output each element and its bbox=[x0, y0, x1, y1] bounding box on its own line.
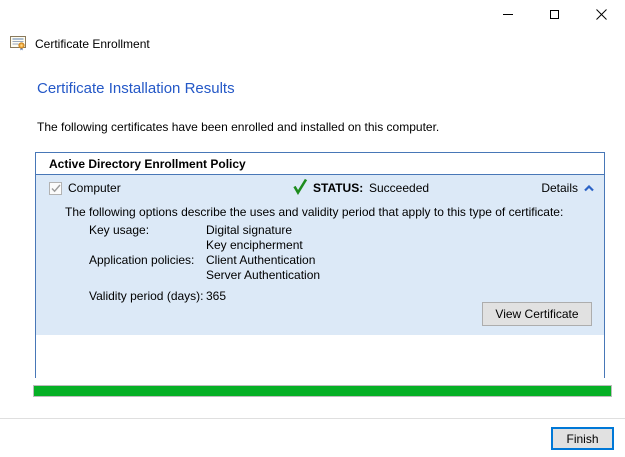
field-value: Key encipherment bbox=[206, 238, 303, 252]
field-value: 365 bbox=[206, 289, 227, 303]
status-label: STATUS: bbox=[313, 181, 364, 195]
policy-panel-title: Active Directory Enrollment Policy bbox=[36, 153, 604, 175]
chevron-up-icon bbox=[584, 184, 594, 191]
field-label: Application policies: bbox=[89, 253, 195, 267]
app-title: Certificate Enrollment bbox=[35, 36, 150, 51]
certificate-details-section: Computer STATUS: Succeeded Details The f… bbox=[36, 175, 604, 335]
view-certificate-button[interactable]: View Certificate bbox=[482, 302, 592, 326]
enrollment-policy-panel: Active Directory Enrollment Policy Compu… bbox=[35, 152, 605, 378]
enrollment-progress-bar bbox=[33, 385, 612, 397]
details-toggle[interactable]: Details bbox=[541, 181, 594, 195]
computer-checkbox-label: Computer bbox=[68, 181, 121, 195]
panel-empty-area bbox=[36, 335, 604, 378]
details-toggle-label: Details bbox=[541, 181, 578, 195]
computer-checkbox[interactable] bbox=[49, 182, 62, 195]
close-button[interactable] bbox=[578, 2, 625, 26]
minimize-button[interactable] bbox=[484, 2, 531, 26]
page-intro: The following certificates have been enr… bbox=[37, 120, 440, 134]
certificate-fields: Key usage: Digital signature Key enciphe… bbox=[89, 223, 604, 304]
maximize-button[interactable] bbox=[531, 2, 578, 26]
certificate-icon bbox=[10, 36, 26, 51]
finish-button[interactable]: Finish bbox=[551, 427, 614, 450]
close-icon bbox=[596, 8, 607, 20]
page-title: Certificate Installation Results bbox=[37, 80, 235, 97]
maximize-icon bbox=[550, 9, 559, 19]
field-label: Validity period (days): bbox=[89, 289, 204, 303]
window-controls bbox=[484, 2, 625, 26]
field-label: Key usage: bbox=[89, 223, 150, 237]
app-header: Certificate Enrollment bbox=[10, 36, 150, 51]
minimize-icon bbox=[502, 13, 513, 15]
checkbox-check-icon bbox=[50, 184, 61, 193]
field-application-policies: Application policies: Client Authenticat… bbox=[89, 253, 604, 283]
progress-fill bbox=[34, 386, 611, 396]
field-key-usage: Key usage: Digital signature Key enciphe… bbox=[89, 223, 604, 253]
status-value: Succeeded bbox=[369, 181, 430, 195]
details-description: The following options describe the uses … bbox=[65, 205, 564, 219]
field-value: Digital signature bbox=[206, 223, 293, 237]
field-value: Client Authentication bbox=[206, 253, 316, 267]
field-value: Server Authentication bbox=[206, 268, 321, 282]
status-success-icon bbox=[293, 178, 308, 195]
footer-divider bbox=[0, 418, 625, 419]
certificate-status-row: Computer STATUS: Succeeded Details bbox=[36, 175, 604, 201]
